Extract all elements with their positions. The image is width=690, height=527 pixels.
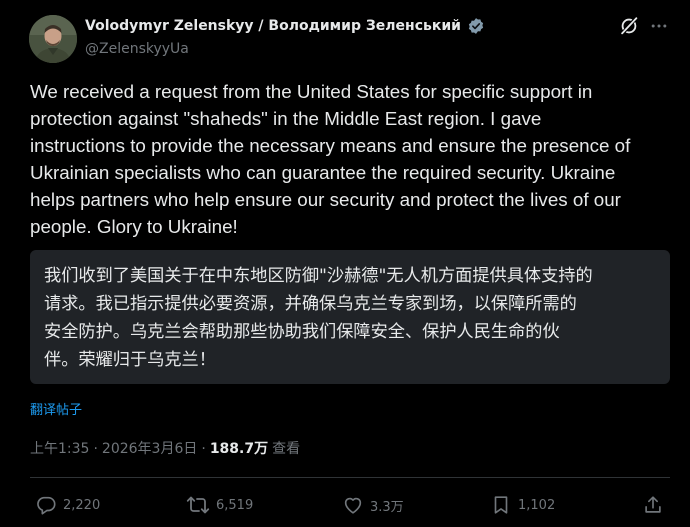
share-icon [642,494,664,516]
author-display-name[interactable]: Volodymyr Zelenskyy / Володимир Зеленськ… [85,18,461,34]
views-label: 查看 [272,441,301,457]
bookmark-button[interactable]: 1,102 [490,490,555,520]
more-options-button[interactable] [646,15,672,41]
bookmark-count: 1,102 [518,497,556,513]
meta-separator: · [93,441,98,457]
translation-box: 我们收到了美国关于在中东地区防御"沙赫德"无人机方面提供具体支持的 请求。我已指… [30,250,670,384]
reply-icon [35,494,57,516]
avatar[interactable] [29,15,77,63]
like-count: 3.3万 [370,499,404,515]
views-count: 188.7万 [209,441,269,457]
translation-text: 我们收到了美国关于在中东地区防御"沙赫德"无人机方面提供具体支持的 请求。我已指… [44,266,593,370]
bookmark-icon [490,494,512,516]
like-button[interactable]: 3.3万 [342,490,404,520]
meta-separator: · [201,441,206,457]
post-text: We received a request from the United St… [30,81,631,237]
share-button[interactable] [642,490,664,520]
repost-button[interactable]: 6,519 [186,490,253,520]
reply-count: 2,220 [63,497,101,513]
repost-count: 6,519 [216,497,254,513]
post: Volodymyr Zelenskyy / Володимир Зеленськ… [0,0,690,527]
like-icon [342,494,364,516]
more-icon [649,16,669,40]
post-date[interactable]: 2026年3月6日 [102,438,197,458]
divider [30,477,670,478]
action-bar: 2,220 6,519 3.3万 1,102 [30,490,670,520]
grok-button[interactable] [617,15,641,41]
repost-icon [186,494,210,516]
author-handle[interactable]: @ZelenskyyUa [85,41,189,57]
verified-badge-icon [467,17,485,35]
post-time[interactable]: 上午1:35 [30,438,89,458]
reply-button[interactable]: 2,220 [35,490,100,520]
grok-icon [618,15,640,41]
translate-post-link[interactable]: 翻译帖子 [30,399,82,418]
author-name-row: Volodymyr Zelenskyy / Володимир Зеленськ… [85,17,485,35]
post-meta: 上午1:35 · 2026年3月6日 · 188.7万 查看 [30,438,300,458]
